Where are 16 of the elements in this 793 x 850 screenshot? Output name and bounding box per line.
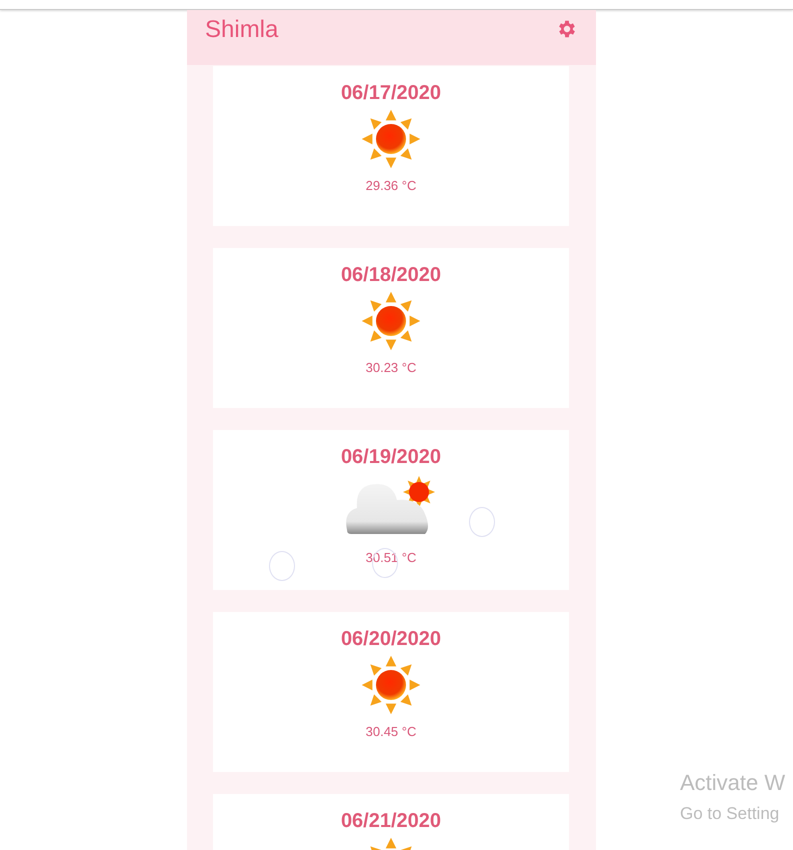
forecast-date: 06/18/2020 <box>340 264 442 286</box>
sun-icon <box>360 290 422 352</box>
sun-icon <box>360 108 422 170</box>
touch-ring-icon <box>469 507 495 537</box>
temperature-text: 30.23 °C <box>366 360 416 375</box>
touch-ring-icon <box>269 551 295 581</box>
sun-icon <box>360 654 422 716</box>
forecast-date: 06/20/2020 <box>340 628 442 650</box>
forecast-date: 06/21/2020 <box>340 810 442 832</box>
activation-title: Activate W <box>680 770 786 796</box>
forecast-date: 06/19/2020 <box>340 446 442 468</box>
forecast-date: 06/17/2020 <box>340 82 442 104</box>
temperature-text: 30.45 °C <box>366 724 416 739</box>
activation-subtitle: Go to Setting <box>680 804 780 824</box>
app-title: Shimla <box>205 16 278 44</box>
temperature-text: 29.36 °C <box>366 178 416 193</box>
